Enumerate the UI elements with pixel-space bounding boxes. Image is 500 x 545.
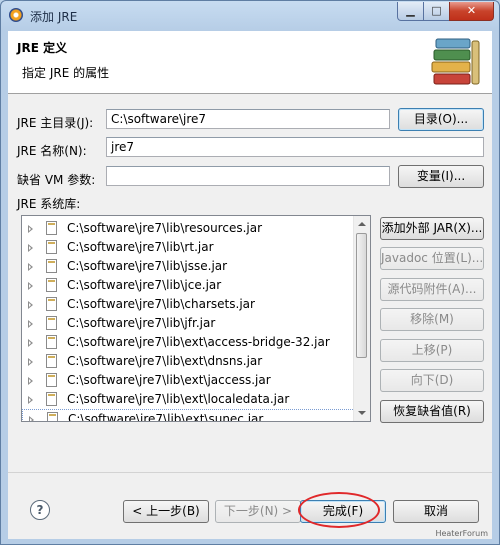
expand-arrow-icon[interactable]	[28, 396, 33, 404]
jar-file-icon	[46, 259, 57, 273]
jre-home-input[interactable]: C:\software\jre7	[106, 109, 390, 129]
page-title: JRE 定义	[17, 41, 68, 55]
library-path: C:\software\jre7\lib\jfr.jar	[67, 316, 216, 330]
page-description: 指定 JRE 的属性	[22, 66, 110, 80]
expand-arrow-icon[interactable]	[28, 377, 33, 385]
library-row[interactable]: C:\software\jre7\lib\ext\localedata.jar	[22, 390, 357, 409]
expand-arrow-icon[interactable]	[28, 339, 33, 347]
expand-arrow-icon[interactable]	[28, 263, 33, 271]
system-libraries-tree[interactable]: C:\software\jre7\lib\resources.jar C:\sof…	[21, 215, 371, 422]
vm-args-input[interactable]	[106, 166, 390, 186]
window-title: 添加 JRE	[30, 10, 78, 24]
library-path: C:\software\jre7\lib\ext\dnsns.jar	[67, 354, 263, 368]
jar-file-icon	[46, 392, 57, 406]
expand-arrow-icon[interactable]	[28, 358, 33, 366]
library-row[interactable]: C:\software\jre7\lib\ext\jaccess.jar	[22, 371, 357, 390]
minimize-button[interactable]: ▁	[397, 2, 424, 21]
title-bar: 添加 JRE ▁ □ ✕	[1, 1, 499, 31]
maximize-button[interactable]: □	[423, 2, 450, 21]
books-icon	[431, 38, 480, 85]
jar-file-icon	[46, 316, 57, 330]
jar-file-icon	[46, 221, 57, 235]
library-path: C:\software\jre7\lib\jce.jar	[67, 278, 222, 292]
vm-args-label: 缺省 VM 参数:	[17, 173, 96, 187]
jar-file-icon	[46, 335, 57, 349]
library-row[interactable]: C:\software\jre7\lib\ext\access-bridge-3…	[22, 333, 357, 352]
restore-default-button[interactable]: 恢复缺省值(R)	[380, 400, 484, 423]
variables-button[interactable]: 变量(I)...	[398, 165, 484, 188]
expand-arrow-icon[interactable]	[28, 301, 33, 309]
library-row[interactable]: C:\software\jre7\lib\ext\sunec.jar	[22, 409, 357, 422]
library-path: C:\software\jre7\lib\ext\sunec.jar	[68, 412, 264, 422]
library-path: C:\software\jre7\lib\ext\localedata.jar	[67, 392, 290, 406]
jar-file-icon	[46, 297, 57, 311]
scroll-down-icon[interactable]	[358, 411, 366, 415]
jar-file-icon	[47, 412, 58, 421]
library-path: C:\software\jre7\lib\ext\jaccess.jar	[67, 373, 271, 387]
eclipse-app-icon	[9, 8, 23, 22]
wizard-footer: ? < 上一步(B) 下一步(N) > 完成(F) 取消 HeaterForum	[8, 472, 492, 539]
jar-file-icon	[46, 240, 57, 254]
back-button[interactable]: < 上一步(B)	[123, 500, 209, 523]
watermark: HeaterForum	[435, 529, 488, 538]
scroll-thumb[interactable]	[356, 233, 367, 358]
remove-button[interactable]: 移除(M)	[380, 308, 484, 331]
vertical-scrollbar[interactable]	[353, 216, 370, 421]
add-jre-dialog: 添加 JRE ▁ □ ✕ JRE 定义 指定 JRE 的属性 JRE 主目录(J…	[0, 0, 500, 545]
library-path: C:\software\jre7\lib\resources.jar	[67, 221, 263, 235]
jar-file-icon	[46, 373, 57, 387]
library-row[interactable]: C:\software\jre7\lib\charsets.jar	[22, 295, 357, 314]
move-up-button[interactable]: 上移(P)	[380, 339, 484, 362]
highlight-circle-annotation	[298, 492, 380, 528]
library-row[interactable]: C:\software\jre7\lib\ext\dnsns.jar	[22, 352, 357, 371]
wizard-header: JRE 定义 指定 JRE 的属性	[8, 31, 492, 94]
jre-home-label: JRE 主目录(J):	[17, 116, 94, 130]
expand-arrow-icon[interactable]	[28, 282, 33, 290]
library-row[interactable]: C:\software\jre7\lib\rt.jar	[22, 238, 357, 257]
close-button[interactable]: ✕	[449, 2, 494, 21]
expand-arrow-icon[interactable]	[28, 225, 33, 233]
library-path: C:\software\jre7\lib\ext\access-bridge-3…	[67, 335, 330, 349]
library-row[interactable]: C:\software\jre7\lib\jsse.jar	[22, 257, 357, 276]
expand-arrow-icon[interactable]	[28, 320, 33, 328]
library-path: C:\software\jre7\lib\jsse.jar	[67, 259, 228, 273]
expand-arrow-icon[interactable]	[28, 244, 33, 252]
move-down-button[interactable]: 向下(D)	[380, 369, 484, 392]
library-path: C:\software\jre7\lib\charsets.jar	[67, 297, 255, 311]
cancel-button[interactable]: 取消	[393, 500, 479, 523]
directory-button[interactable]: 目录(O)...	[398, 108, 484, 131]
jar-file-icon	[46, 354, 57, 368]
library-row[interactable]: C:\software\jre7\lib\jfr.jar	[22, 314, 357, 333]
form-area: JRE 主目录(J): C:\software\jre7 目录(O)... JR…	[8, 94, 492, 472]
jre-name-input[interactable]: jre7	[106, 137, 484, 157]
expand-arrow-icon[interactable]	[29, 416, 34, 421]
system-libraries-label: JRE 系统库:	[17, 197, 81, 211]
source-attachment-button[interactable]: 源代码附件(A)...	[380, 278, 484, 301]
library-path: C:\software\jre7\lib\rt.jar	[67, 240, 214, 254]
jre-name-label: JRE 名称(N):	[17, 144, 87, 158]
help-icon[interactable]: ?	[30, 500, 50, 520]
library-row[interactable]: C:\software\jre7\lib\resources.jar	[22, 219, 357, 238]
next-button[interactable]: 下一步(N) >	[215, 500, 301, 523]
jar-file-icon	[46, 278, 57, 292]
scroll-up-icon[interactable]	[358, 222, 366, 226]
javadoc-location-button[interactable]: Javadoc 位置(L)...	[380, 247, 484, 270]
library-row[interactable]: C:\software\jre7\lib\jce.jar	[22, 276, 357, 295]
add-external-jar-button[interactable]: 添加外部 JAR(X)...	[380, 217, 484, 240]
